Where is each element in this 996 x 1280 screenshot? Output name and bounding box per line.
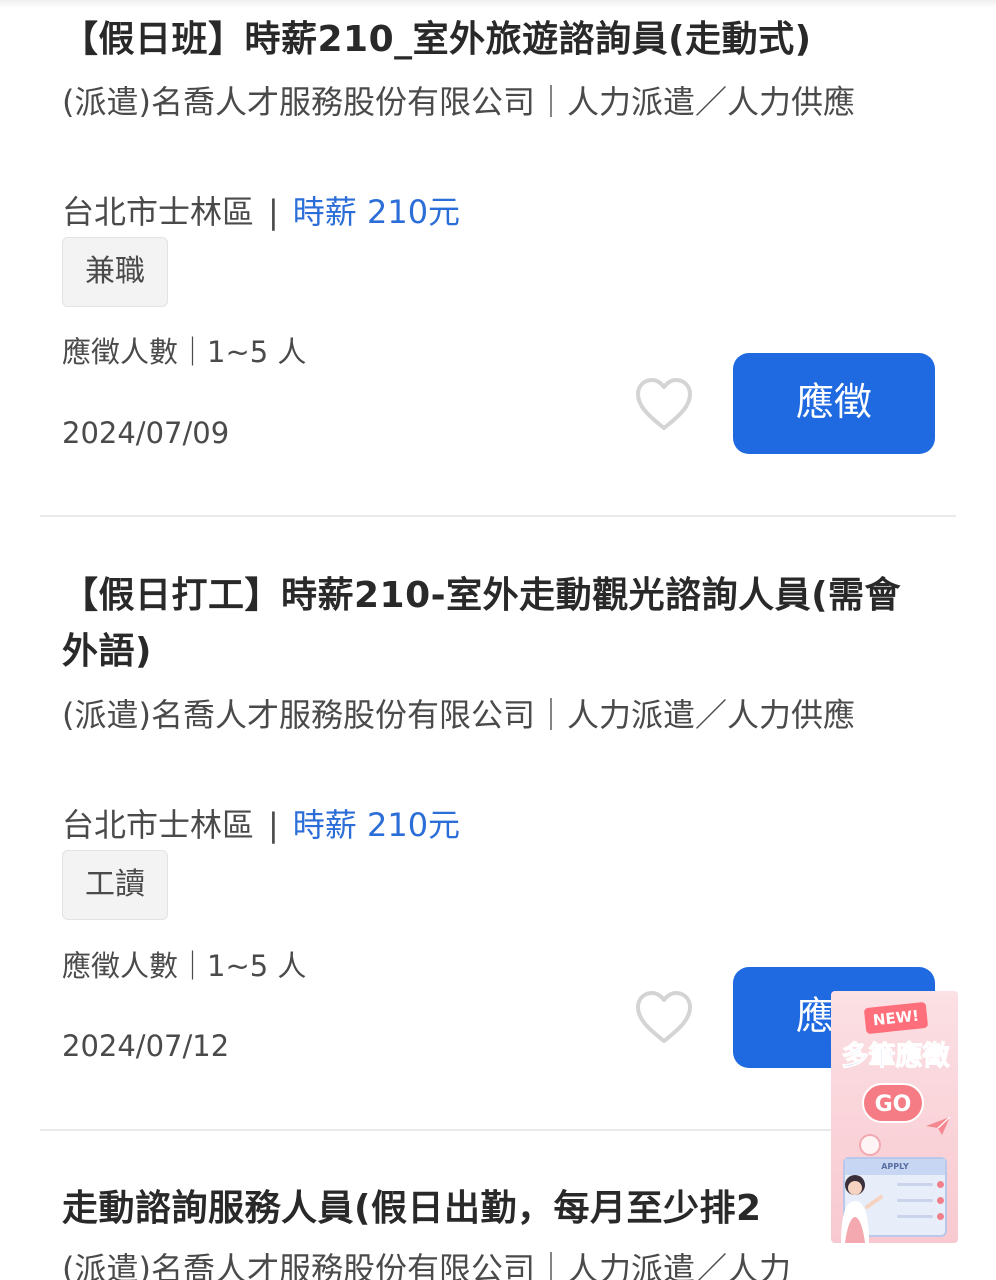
separator: | — [268, 806, 279, 844]
applicant-count: 應徵人數｜1~5 人 — [62, 335, 307, 369]
post-date: 2024/07/12 — [62, 1029, 230, 1063]
job-type-tag: 工讀 — [62, 850, 168, 920]
job-type-tag: 兼職 — [62, 237, 168, 307]
new-badge: NEW! — [863, 1001, 929, 1035]
paper-plane-icon — [926, 1116, 951, 1135]
job-location: 台北市士林區 — [62, 806, 255, 844]
location-salary-row: 台北市士林區 | 時薪 210元 — [62, 803, 460, 847]
board-dot — [937, 1213, 944, 1220]
company-name[interactable]: (派遣)名喬人才服務股份有限公司｜人力派遣／人力 — [62, 1245, 882, 1280]
board-line — [897, 1199, 933, 1202]
job-title[interactable]: 【假日班】時薪210_室外旅遊諮詢員(走動式) — [62, 12, 912, 68]
job-location: 台北市士林區 — [62, 193, 255, 231]
board-dot — [937, 1197, 944, 1204]
clock-icon — [859, 1134, 881, 1156]
board-dot — [937, 1181, 944, 1188]
separator: | — [268, 193, 279, 231]
person-illustration — [841, 1175, 883, 1243]
board-line — [897, 1215, 933, 1218]
board-line — [897, 1183, 933, 1186]
divider — [40, 1129, 956, 1131]
divider — [40, 515, 956, 517]
heart-outline-icon[interactable] — [634, 989, 694, 1045]
promo-title: 多筆應徵 — [841, 1041, 950, 1073]
job-title[interactable]: 走動諮詢服務人員(假日出勤，每月至少排2 — [62, 1181, 862, 1237]
company-name[interactable]: (派遣)名喬人才服務股份有限公司｜人力派遣／人力供應 — [62, 691, 882, 739]
top-scroll-shadow — [0, 0, 996, 8]
applicant-count: 應徵人數｜1~5 人 — [62, 949, 307, 983]
apply-button[interactable]: 應徵 — [733, 353, 935, 454]
multi-apply-promo-banner[interactable]: NEW! 多筆應徵 GO APPLY — [831, 991, 958, 1243]
heart-outline-icon[interactable] — [634, 376, 694, 432]
company-name[interactable]: (派遣)名喬人才服務股份有限公司｜人力派遣／人力供應 — [62, 78, 882, 126]
job-title[interactable]: 【假日打工】時薪210-室外走動觀光諮詢人員(需會外語) — [62, 568, 912, 680]
job-salary: 時薪 210元 — [292, 193, 461, 231]
location-salary-row: 台北市士林區 | 時薪 210元 — [62, 190, 460, 234]
job-salary: 時薪 210元 — [292, 806, 461, 844]
go-button[interactable]: GO — [862, 1083, 924, 1123]
post-date: 2024/07/09 — [62, 416, 230, 450]
